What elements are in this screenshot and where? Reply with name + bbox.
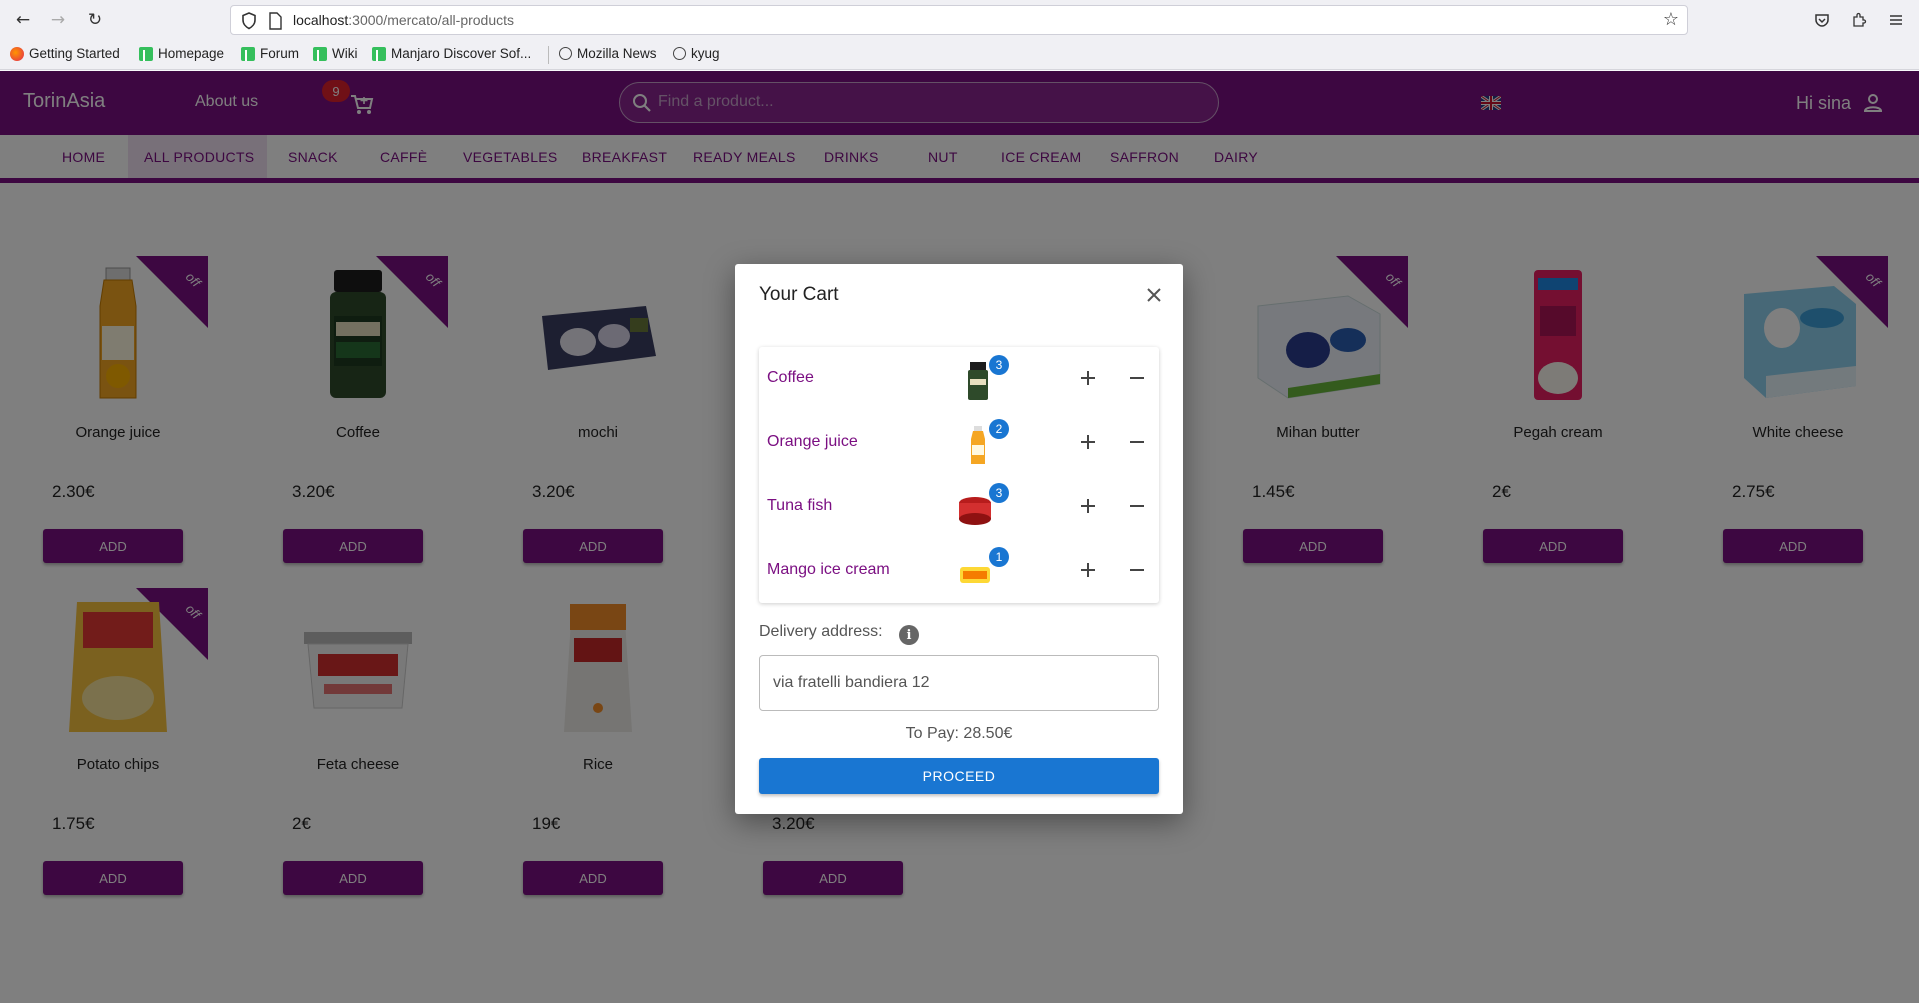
bookmark-kyug[interactable]: kyug (673, 46, 720, 61)
plus-icon[interactable] (1079, 561, 1097, 579)
manjaro-icon (372, 46, 386, 61)
address-bar[interactable]: localhost:3000/mercato/all-products ☆ (230, 5, 1688, 35)
cart-item-qty-badge: 1 (989, 547, 1009, 567)
browser-toolbar: ← → ↻ localhost:3000/mercato/all-product… (0, 0, 1919, 70)
cart-item: Orange juice 2 (759, 411, 1159, 475)
plus-icon[interactable] (1079, 369, 1097, 387)
cart-item-qty-badge: 3 (989, 483, 1009, 503)
cart-item-thumbnail (971, 426, 985, 464)
cart-item-name[interactable]: Tuna fish (767, 497, 832, 515)
bookmark-label: Getting Started (29, 46, 120, 61)
plus-icon[interactable] (1079, 433, 1097, 451)
cart-items-list: Coffee 3 Orange juice 2 Tuna fish 3 Mang… (759, 347, 1159, 603)
cart-item-qty-badge: 2 (989, 419, 1009, 439)
shield-icon[interactable] (239, 11, 259, 31)
cart-item: Tuna fish 3 (759, 475, 1159, 539)
bookmark-label: Forum (260, 46, 300, 61)
page-icon[interactable] (267, 12, 283, 30)
modal-title: Your Cart (759, 284, 839, 305)
bookmark-star-icon[interactable]: ☆ (1663, 9, 1679, 30)
cart-item: Coffee 3 (759, 347, 1159, 411)
back-icon[interactable]: ← (10, 8, 36, 32)
globe-icon (673, 47, 686, 60)
total-to-pay: To Pay: 28.50€ (905, 725, 1013, 742)
cart-item-name[interactable]: Orange juice (767, 433, 858, 451)
manjaro-icon (241, 46, 255, 61)
url-host: localhost (293, 12, 349, 28)
minus-icon[interactable] (1128, 497, 1146, 515)
cart-item-thumbnail (960, 567, 990, 583)
bookmark-label: Homepage (158, 46, 225, 61)
minus-icon[interactable] (1128, 433, 1146, 451)
extensions-icon[interactable] (1847, 8, 1871, 32)
minus-icon[interactable] (1128, 561, 1146, 579)
cart-item-name[interactable]: Coffee (767, 369, 814, 387)
minus-icon[interactable] (1128, 369, 1146, 387)
bookmark-mozilla-news[interactable]: Mozilla News (559, 46, 657, 61)
bookmarks-separator (548, 46, 549, 64)
delivery-address-label: Delivery address: (759, 623, 883, 640)
plus-icon[interactable] (1079, 497, 1097, 515)
reload-icon[interactable]: ↻ (82, 8, 108, 32)
bookmark-label: Mozilla News (577, 46, 657, 61)
pocket-icon[interactable] (1810, 8, 1834, 32)
bookmark-wiki[interactable]: Wiki (313, 46, 358, 61)
close-icon[interactable] (1143, 284, 1165, 306)
cart-item-thumbnail (968, 362, 988, 400)
info-icon[interactable]: i (899, 625, 919, 645)
manjaro-icon (139, 46, 153, 61)
firefox-icon (10, 46, 24, 61)
cart-item: Mango ice cream 1 (759, 539, 1159, 603)
delivery-address-input[interactable] (759, 655, 1159, 711)
cart-modal: Your Cart Coffee 3 Orange juice 2 Tuna f… (735, 264, 1183, 814)
bookmark-forum[interactable]: Forum (241, 46, 299, 61)
bookmark-label: kyug (691, 46, 720, 61)
cart-item-qty-badge: 3 (989, 355, 1009, 375)
menu-icon[interactable] (1884, 8, 1908, 32)
cart-item-name[interactable]: Mango ice cream (767, 561, 890, 579)
globe-icon (559, 47, 572, 60)
bookmark-label: Manjaro Discover Sof... (391, 46, 532, 61)
proceed-button[interactable]: PROCEED (759, 758, 1159, 794)
bookmark-homepage[interactable]: Homepage (139, 46, 224, 61)
bookmark-label: Wiki (332, 46, 358, 61)
manjaro-icon (313, 46, 327, 61)
url-path: :3000/mercato/all-products (348, 12, 515, 28)
forward-icon[interactable]: → (45, 8, 71, 32)
bookmark-manjaro-discover[interactable]: Manjaro Discover Sof... (372, 46, 531, 61)
url-text[interactable]: localhost:3000/mercato/all-products (293, 12, 514, 28)
bookmarks-bar: Getting Started Homepage Forum Wiki Manj… (0, 42, 1919, 68)
bookmark-getting-started[interactable]: Getting Started (10, 46, 120, 61)
cart-item-thumbnail (959, 497, 991, 525)
